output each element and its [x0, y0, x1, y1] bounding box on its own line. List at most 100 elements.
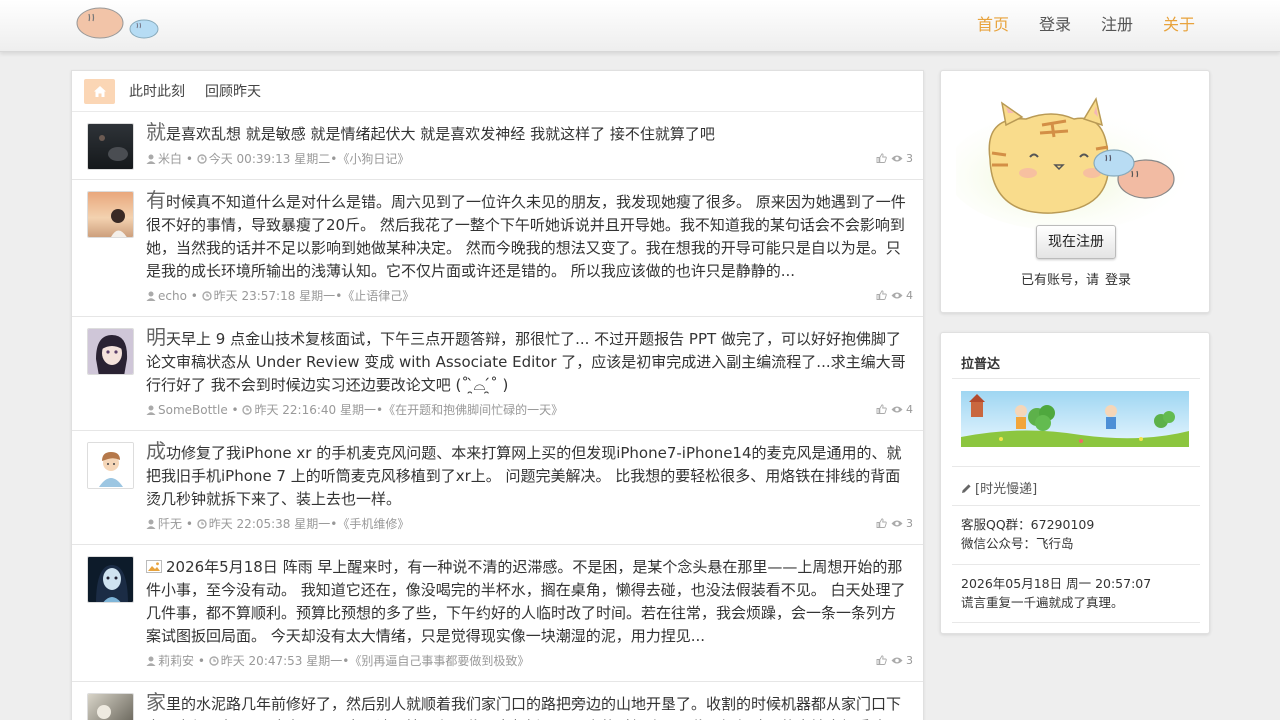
image-icon — [146, 560, 162, 573]
post-topic[interactable]: 《别再逼自己事事都要做到极致》 — [349, 654, 529, 668]
avatar[interactable] — [87, 442, 134, 489]
post-body[interactable]: 明天早上 9 点金山技术复核面试，下午三点开题答辩，那很忙了... 不过开题报告… — [146, 326, 907, 397]
post-body[interactable]: 家里的水泥路几年前修好了，然后别人就顺着我们家门口的路把旁边的山地开垦了。收割的… — [146, 691, 907, 720]
clock-icon — [209, 656, 219, 666]
avatar[interactable] — [87, 328, 134, 375]
nav-login[interactable]: 登录 — [1039, 14, 1071, 36]
view-count: 3 — [906, 517, 913, 530]
date-quote: 2026年05月18日 周一 20:57:07 谎言重复一千遍就成了真理。 — [961, 574, 1151, 612]
feed-card: 此时此刻 回顾昨天 就是喜欢乱想 就是敏感 就是情绪起伏大 就是喜欢发神经 我就… — [71, 70, 924, 720]
post-author[interactable]: echo — [158, 289, 187, 303]
contact-info: 客服QQ群：67290109 微信公众号：飞行岛 — [961, 515, 1094, 553]
login-link[interactable]: 登录 — [1105, 273, 1131, 288]
post-author[interactable]: 莉莉安 — [158, 654, 194, 668]
post-stats: 3 — [876, 653, 913, 669]
post-meta: 阡无 • 昨天 22:05:38 星期一•《手机维修》 3 — [146, 516, 913, 532]
post-text: 里的水泥路几年前修好了，然后别人就顺着我们家门口的路把旁边的山地开垦了。收割的时… — [146, 695, 902, 720]
divider — [952, 378, 1200, 379]
nav-about[interactable]: 关于 — [1163, 14, 1195, 36]
post-author[interactable]: 阡无 — [158, 517, 182, 531]
register-button[interactable]: 现在注册 — [1036, 225, 1116, 259]
post-topic[interactable]: 《手机维修》 — [337, 517, 409, 531]
avatar[interactable] — [87, 556, 134, 603]
post-first-char: 明 — [146, 325, 166, 349]
pencil-icon — [962, 484, 971, 493]
post-meta: echo • 昨天 23:57:18 星期一•《止语律己》 4 — [146, 288, 913, 304]
main-nav: 首页 登录 注册 关于 — [947, 14, 1195, 36]
post-author[interactable]: 米白 — [158, 152, 182, 166]
banner-image[interactable] — [961, 391, 1189, 447]
post-author[interactable]: SomeBottle — [158, 403, 228, 417]
tab-yesterday[interactable]: 回顾昨天 — [205, 81, 261, 101]
eye-icon — [891, 657, 902, 664]
clock-icon — [242, 405, 253, 415]
tab-now[interactable]: 此时此刻 — [129, 81, 185, 101]
eye-icon — [891, 520, 902, 527]
post-text: 天早上 9 点金山技术复核面试，下午三点开题答辩，那很忙了... 不过开题报告 … — [146, 330, 906, 394]
post-stats: 3 — [876, 151, 913, 167]
view-count: 3 — [906, 654, 913, 667]
login-prompt: 已有账号，请 登录 — [941, 269, 1211, 288]
register-card: 现在注册 已有账号，请 登录 — [940, 70, 1210, 313]
clock-icon — [197, 154, 207, 164]
post-item: 就是喜欢乱想 就是敏感 就是情绪起伏大 就是喜欢发神经 我就这样了 接不住就算了… — [72, 112, 923, 180]
post-item: 明天早上 9 点金山技术复核面试，下午三点开题答辩，那很忙了... 不过开题报告… — [72, 317, 923, 431]
post-time: 昨天 22:16:40 星期一 — [254, 403, 376, 417]
post-body[interactable]: 就是喜欢乱想 就是敏感 就是情绪起伏大 就是喜欢发神经 我就这样了 接不住就算了… — [146, 121, 907, 146]
cat-mascot-icon — [956, 97, 1186, 231]
divider — [952, 622, 1200, 623]
tab-home[interactable] — [84, 78, 115, 104]
post-topic[interactable]: 《小狗日记》 — [337, 152, 409, 166]
view-count: 4 — [906, 403, 913, 416]
tag-link[interactable]: [时光慢递] — [961, 478, 1037, 497]
post-text: 2026年5月18日 阵雨 早上醒来时，有一种说不清的迟滞感。不是困，是某个念头… — [146, 558, 906, 645]
quote-text: 谎言重复一千遍就成了真理。 — [961, 595, 1124, 610]
post-meta: 莉莉安 • 昨天 20:47:53 星期一•《别再逼自己事事都要做到极致》 3 — [146, 653, 913, 669]
avatar[interactable] — [87, 191, 134, 238]
user-icon — [146, 519, 156, 529]
avatar[interactable] — [87, 693, 134, 720]
post-time: 昨天 23:57:18 星期一 — [213, 289, 336, 303]
nav-home[interactable]: 首页 — [977, 14, 1009, 36]
post-topic[interactable]: 《止语律己》 — [342, 289, 414, 303]
post-body[interactable]: 2026年5月18日 阵雨 早上醒来时，有一种说不清的迟滞感。不是困，是某个念头… — [146, 554, 907, 648]
thumbs-up-icon[interactable] — [876, 518, 887, 528]
divider — [952, 505, 1200, 506]
feed-tabs: 此时此刻 回顾昨天 — [72, 71, 923, 112]
post-time: 昨天 20:47:53 星期一 — [220, 654, 343, 668]
post-body[interactable]: 有时候真不知道什么是对什么是错。周六见到了一位许久未见的朋友，我发现她瘦了很多。… — [146, 189, 907, 283]
thumbs-up-icon[interactable] — [876, 153, 887, 163]
post-item: 成功修复了我iPhone xr 的手机麦克风问题、本来打算网上买的但发现iPho… — [72, 431, 923, 545]
avatar[interactable] — [87, 123, 134, 170]
thumbs-up-icon[interactable] — [876, 655, 887, 665]
post-stats: 3 — [876, 516, 913, 532]
divider — [952, 564, 1200, 565]
post-first-char: 有 — [146, 188, 166, 212]
qq-group: 客服QQ群：67290109 — [961, 517, 1095, 532]
post-first-char: 家 — [146, 690, 166, 714]
eye-icon — [891, 406, 902, 413]
post-text: 功修复了我iPhone xr 的手机麦克风问题、本来打算网上买的但发现iPhon… — [146, 444, 902, 508]
info-card: 拉普达 [时光慢递] 客服QQ群：67290109 微信公众号：飞行岛 2026… — [940, 332, 1210, 634]
post-body[interactable]: 成功修复了我iPhone xr 的手机麦克风问题、本来打算网上买的但发现iPho… — [146, 440, 907, 511]
post-first-char: 就 — [146, 120, 166, 144]
eye-icon — [891, 292, 902, 299]
post-meta: 米白 • 今天 00:39:13 星期二•《小狗日记》 3 — [146, 151, 913, 167]
nav-register[interactable]: 注册 — [1101, 14, 1133, 36]
thumbs-up-icon[interactable] — [876, 290, 887, 300]
logo-icon[interactable] — [76, 6, 162, 42]
post-topic[interactable]: 《在开题和抱佛脚间忙碌的一天》 — [383, 403, 563, 417]
post-text: 时候真不知道什么是对什么是错。周六见到了一位许久未见的朋友，我发现她瘦了很多。 … — [146, 193, 906, 280]
divider — [952, 466, 1200, 467]
post-stats: 4 — [876, 402, 913, 418]
user-icon — [146, 656, 156, 666]
user-icon — [146, 405, 156, 415]
section-title: 拉普达 — [961, 357, 1001, 372]
post-meta: SomeBottle • 昨天 22:16:40 星期一•《在开题和抱佛脚间忙碌… — [146, 402, 913, 418]
post-text: 是喜欢乱想 就是敏感 就是情绪起伏大 就是喜欢发神经 我就这样了 接不住就算了吧 — [166, 125, 715, 143]
tag-text: [时光慢递] — [975, 482, 1038, 497]
view-count: 3 — [906, 152, 913, 165]
top-bar: 首页 登录 注册 关于 — [0, 0, 1280, 52]
thumbs-up-icon[interactable] — [876, 404, 887, 414]
eye-icon — [891, 155, 902, 162]
